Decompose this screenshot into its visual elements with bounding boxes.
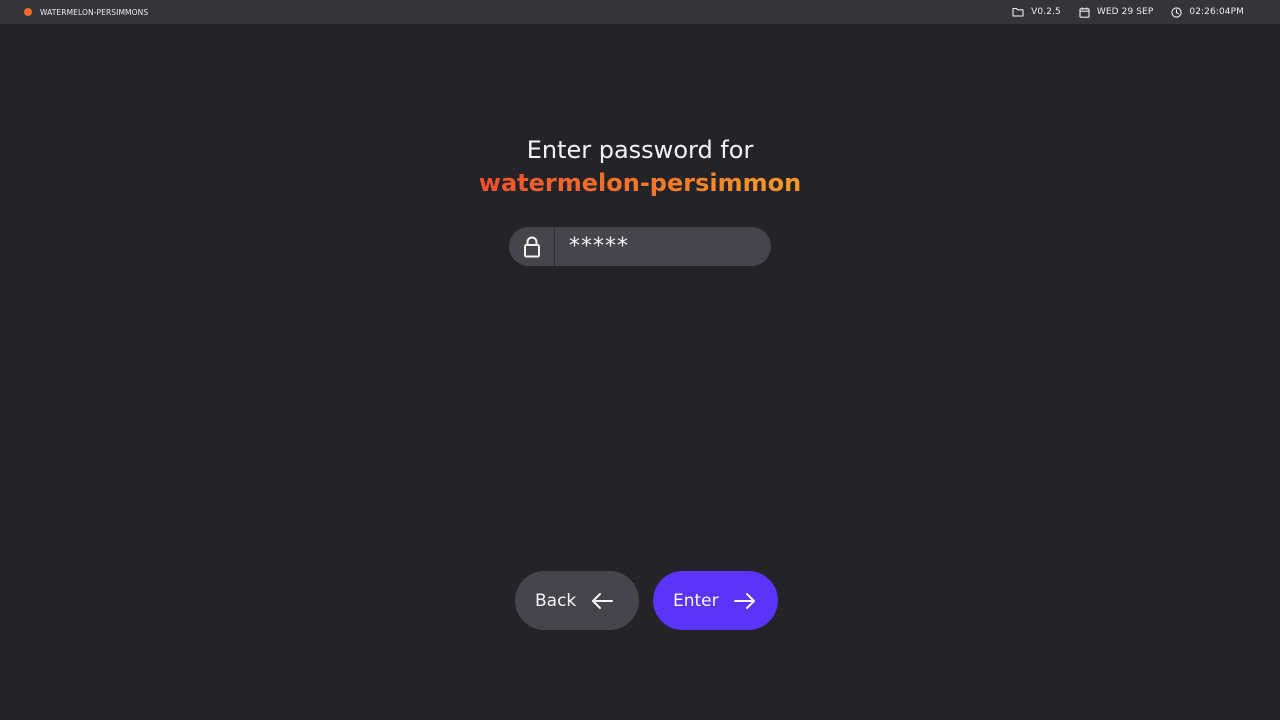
back-button[interactable]: Back <box>515 571 639 630</box>
status-items: V0.2.5 WED 29 SEP 02:26:04PM <box>994 0 1244 24</box>
version-text: V0.2.5 <box>1031 7 1061 17</box>
calendar-icon <box>1079 7 1090 18</box>
time-status: 02:26:04PM <box>1171 6 1244 18</box>
password-field[interactable] <box>509 226 771 267</box>
version-status: V0.2.5 <box>1012 7 1061 17</box>
status-bar: WATERMELON-PERSIMMONS V0.2.5 WED 29 SEP <box>0 0 1280 24</box>
device-indicator: WATERMELON-PERSIMMONS <box>24 0 148 24</box>
enter-button[interactable]: Enter <box>653 571 778 630</box>
arrow-left-icon <box>592 592 614 609</box>
network-name: watermelon-persimmon <box>479 166 801 200</box>
time-text: 02:26:04PM <box>1189 7 1244 17</box>
status-dot <box>24 8 32 16</box>
back-button-label: Back <box>535 590 577 611</box>
password-screen: WATERMELON-PERSIMMONS V0.2.5 WED 29 SEP <box>0 0 1280 720</box>
device-name: WATERMELON-PERSIMMONS <box>40 7 149 17</box>
clock-icon <box>1171 6 1183 18</box>
date-status: WED 29 SEP <box>1079 7 1154 18</box>
arrow-right-icon <box>733 592 755 609</box>
enter-button-label: Enter <box>673 590 719 611</box>
date-text: WED 29 SEP <box>1096 7 1154 17</box>
lock-icon <box>523 236 540 257</box>
prompt-text: Enter password for <box>526 136 754 164</box>
folder-icon <box>1012 7 1024 17</box>
lock-icon-container <box>509 227 555 266</box>
password-input[interactable] <box>555 226 771 267</box>
password-prompt: Enter password for watermelon-persimmon <box>0 134 1280 200</box>
